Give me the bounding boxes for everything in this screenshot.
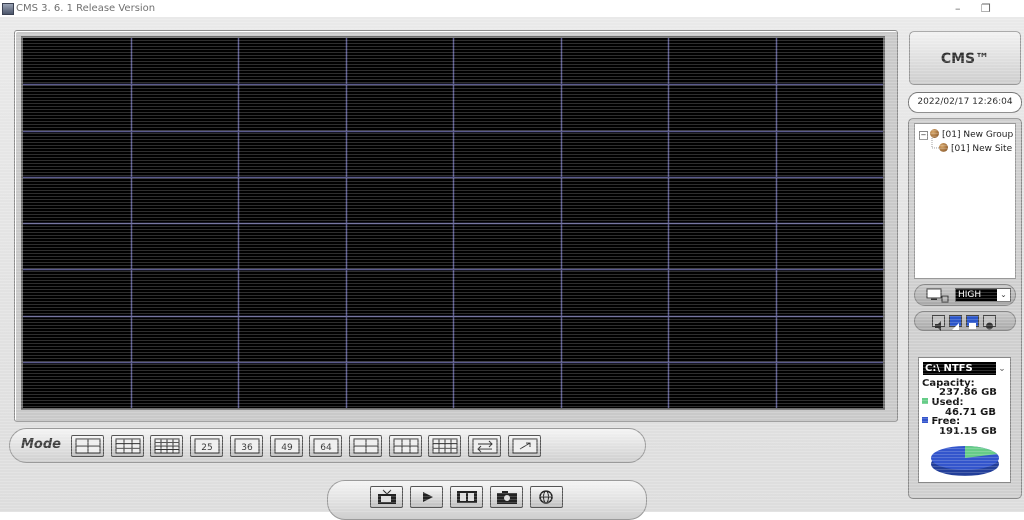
cms-logo: CMS™	[909, 31, 1021, 85]
record-icon	[986, 322, 993, 330]
disk-info-panel: C:\ NTFS ⌄ Capacity: 237.86 GB Used: 46.…	[918, 357, 1011, 483]
camera-snapshot-icon	[497, 491, 517, 504]
live-tv-icon	[378, 489, 396, 504]
playback-toolbar	[327, 480, 647, 520]
restore-button[interactable]: ❐	[981, 2, 991, 15]
layout-4-button[interactable]	[71, 435, 104, 457]
speaker-icon	[935, 321, 941, 331]
layout-count-label: 64	[320, 443, 332, 453]
disk-usage-pie	[931, 446, 999, 476]
layout-25-button[interactable]: 25	[190, 435, 223, 457]
side-panel: − [01] New Group [01] New Site HIGH ⌄ C:…	[908, 118, 1022, 499]
layout-count-label: 36	[241, 443, 253, 453]
layout-count-label: 25	[201, 443, 212, 453]
layout-count-label: 49	[281, 443, 293, 453]
stream-quality-row: HIGH ⌄	[914, 284, 1016, 306]
record-button[interactable]	[983, 315, 996, 330]
layout-16-icon	[154, 438, 180, 454]
drive-label: C:\ NTFS	[925, 363, 973, 374]
snapshot-button[interactable]	[490, 486, 523, 508]
layout-25-icon: 25	[194, 438, 220, 454]
window-title: CMS 3. 6. 1 Release Version	[16, 3, 156, 14]
minimize-button[interactable]: –	[955, 2, 961, 15]
layout-16-button[interactable]	[150, 435, 183, 457]
title-bar: CMS 3. 6. 1 Release Version – ❐	[0, 0, 1024, 17]
layout-pip-icon	[353, 438, 379, 454]
drive-select[interactable]: C:\ NTFS ⌄	[923, 362, 1008, 375]
layout-4-icon	[75, 438, 101, 454]
view-mode-b-button[interactable]	[966, 315, 979, 329]
play-button[interactable]	[410, 486, 443, 508]
video-grid-lines	[23, 38, 883, 408]
free-value: 191.15 GB	[939, 426, 997, 437]
main-window: Mode 25 36 49 64 CMS™ 2022/02/17 12:26:0…	[0, 17, 1024, 520]
view-mode-row	[914, 311, 1016, 331]
layout-wide-icon	[432, 438, 458, 454]
layout-49-button[interactable]: 49	[270, 435, 303, 457]
chevron-down-icon[interactable]: ⌄	[997, 289, 1010, 301]
layout-49-icon: 49	[274, 438, 300, 454]
datetime-display: 2022/02/17 12:26:04	[908, 92, 1022, 113]
mode-toolbar: Mode 25 36 49 64	[9, 428, 646, 463]
sequence-button[interactable]	[468, 435, 501, 457]
quality-value: HIGH	[958, 290, 982, 300]
fullscreen-button[interactable]	[508, 435, 541, 457]
triangle-icon	[952, 323, 959, 330]
app-icon	[2, 3, 14, 15]
layout-9-button[interactable]	[111, 435, 144, 457]
layout-36-icon: 36	[234, 438, 260, 454]
mode-label: Mode	[21, 437, 61, 452]
layout-64-button[interactable]: 64	[309, 435, 342, 457]
film-icon	[457, 491, 477, 503]
speaker-button[interactable]	[932, 315, 945, 331]
fullscreen-icon	[512, 438, 538, 454]
used-swatch	[922, 398, 928, 404]
play-icon	[423, 492, 433, 502]
live-tv-button[interactable]	[370, 486, 403, 508]
chevron-down-icon[interactable]: ⌄	[996, 362, 1008, 375]
tree-connector-lines	[931, 138, 940, 149]
layout-split-icon	[393, 438, 419, 454]
monitor-network-icon	[926, 288, 949, 303]
web-globe-icon	[539, 490, 553, 504]
web-button[interactable]	[530, 486, 563, 508]
layout-36-button[interactable]: 36	[230, 435, 263, 457]
quality-select[interactable]: HIGH ⌄	[955, 288, 1011, 302]
layout-9-icon	[115, 438, 141, 454]
layout-wide-button[interactable]	[428, 435, 461, 457]
view-mode-a-button[interactable]	[949, 315, 962, 330]
square-icon	[969, 323, 976, 329]
device-tree[interactable]: − [01] New Group [01] New Site	[914, 123, 1016, 279]
layout-split-button[interactable]	[389, 435, 422, 457]
free-swatch	[922, 417, 928, 423]
layout-pip-button[interactable]	[349, 435, 382, 457]
video-wall-frame	[14, 30, 898, 422]
film-button[interactable]	[450, 486, 483, 508]
sequence-icon	[472, 438, 498, 454]
video-grid[interactable]	[21, 36, 885, 410]
layout-64-icon: 64	[313, 438, 339, 454]
